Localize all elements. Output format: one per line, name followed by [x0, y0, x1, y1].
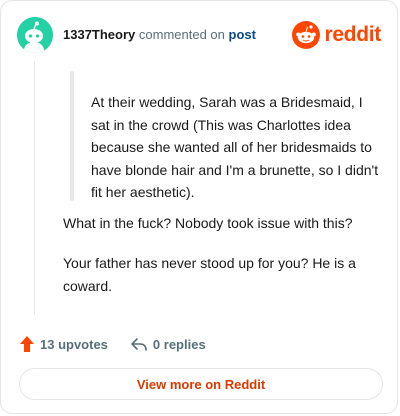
embedded-comment-card: 1337Theory commented on post reddit At t… — [0, 0, 398, 414]
upvote-arrow-icon — [20, 336, 34, 352]
upvotes-stat[interactable]: 13 upvotes — [19, 335, 108, 353]
upvotes-count: 13 upvotes — [40, 336, 108, 352]
comment-header: 1337Theory commented on post reddit — [17, 15, 381, 55]
comment-paragraph-1: What in the fuck? Nobody took issue with… — [63, 215, 353, 231]
reddit-logo-icon — [292, 21, 321, 49]
username-link[interactable]: 1337Theory — [63, 27, 135, 42]
comment-footer: 13 upvotes 0 replies — [19, 334, 206, 354]
reddit-wordmark: reddit — [324, 23, 381, 46]
post-link[interactable]: post — [229, 27, 256, 42]
replies-count: 0 replies — [152, 336, 206, 352]
header-text: 1337Theory commented on post — [63, 27, 256, 42]
quote-bar — [70, 71, 74, 201]
view-more-button[interactable]: View more on Reddit — [19, 368, 383, 400]
comment-quote: At their wedding, Sarah was a Bridesmaid… — [91, 94, 379, 200]
thread-line — [34, 61, 35, 315]
reddit-logo[interactable]: reddit — [292, 20, 381, 50]
reply-arrow-icon — [131, 338, 147, 351]
snoo-avatar-icon[interactable] — [17, 17, 53, 53]
comment-paragraph-2: Your father has never stood up for you? … — [63, 255, 356, 294]
action-text: commented on — [138, 27, 225, 42]
replies-stat[interactable]: 0 replies — [130, 336, 206, 352]
